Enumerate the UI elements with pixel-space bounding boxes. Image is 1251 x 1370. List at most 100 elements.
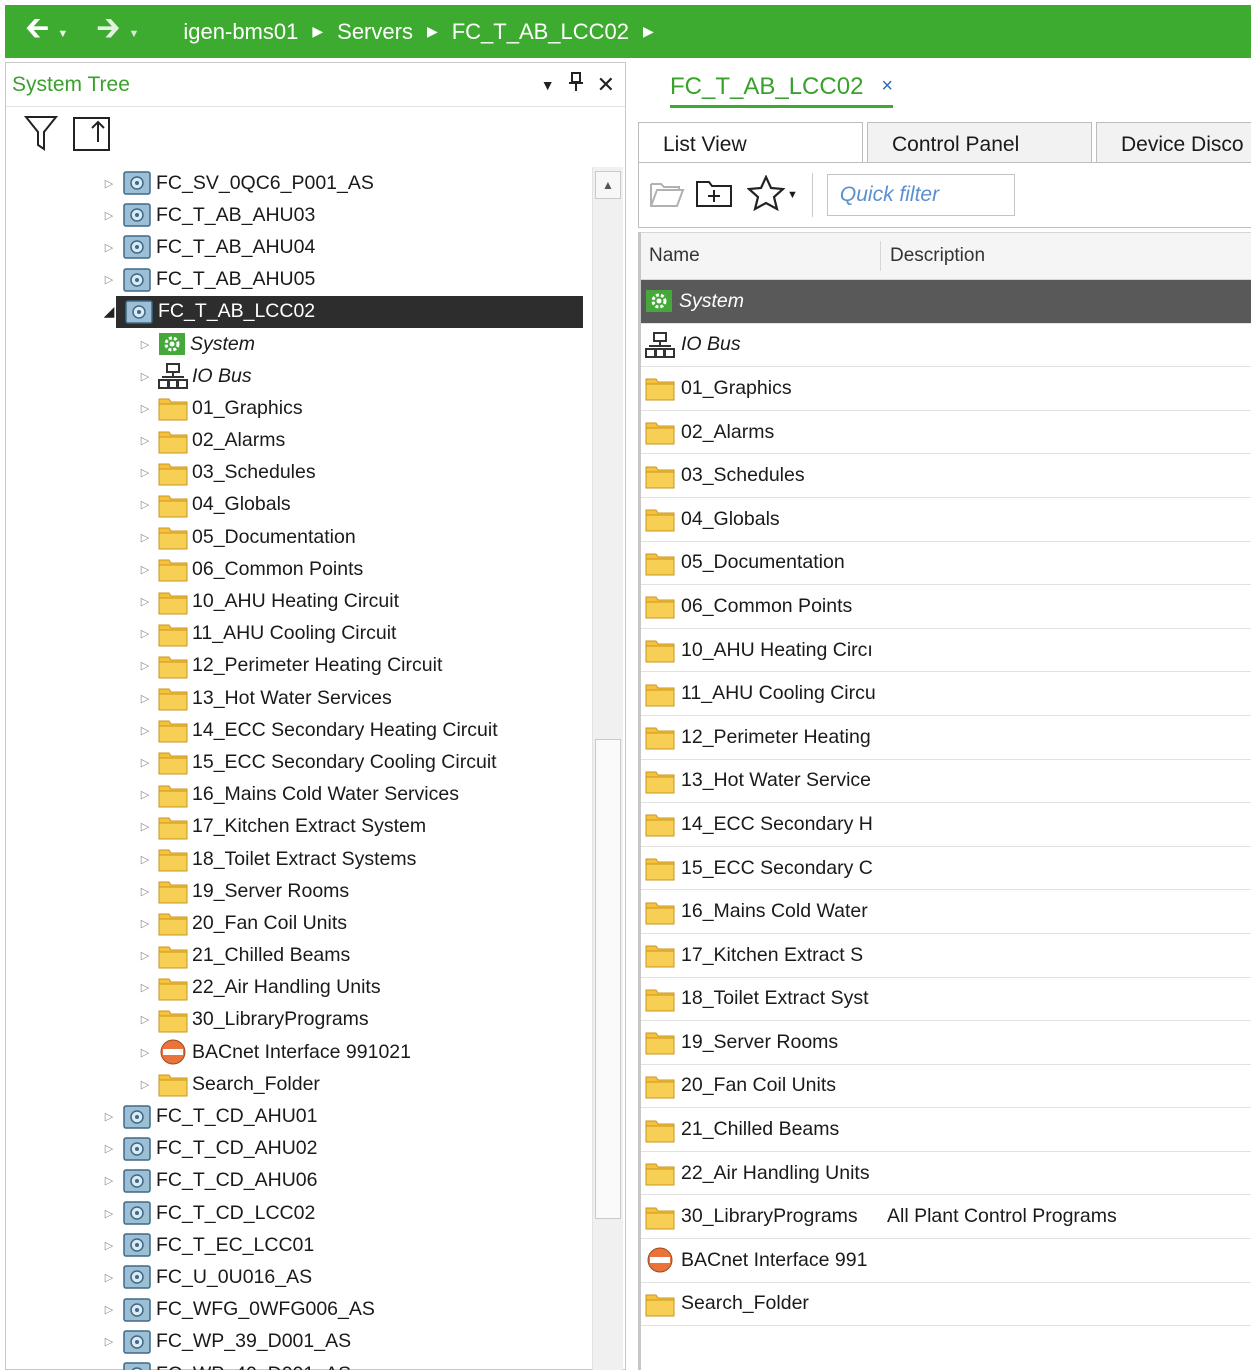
new-folder-icon[interactable]	[695, 176, 735, 215]
tree-item[interactable]: ▷ FC_T_AB_AHU03	[6, 199, 591, 231]
expand-arrow-icon[interactable]: ▷	[138, 1078, 152, 1091]
expand-arrow-icon[interactable]: ▷	[138, 1046, 152, 1059]
tree-item[interactable]: ▷FC_WP_40_D001_AS	[6, 1358, 591, 1370]
list-row[interactable]: 21_Chilled Beams	[641, 1108, 1251, 1152]
list-row[interactable]: IO Bus	[641, 324, 1251, 368]
close-tab-icon[interactable]: ×	[881, 75, 893, 98]
document-tab[interactable]: FC_T_AB_LCC02 ×	[670, 68, 894, 108]
expand-arrow-icon[interactable]: ▷	[138, 531, 152, 544]
expand-arrow-icon[interactable]: ▷	[138, 595, 152, 608]
list-row[interactable]: 06_Common Points	[641, 585, 1251, 629]
tree-item[interactable]: ▷ 21_Chilled Beams	[6, 940, 591, 972]
expand-arrow-icon[interactable]: ▷	[138, 788, 152, 801]
tree-item[interactable]: ▷ System	[6, 328, 591, 360]
expand-arrow-icon[interactable]: ▷	[102, 1207, 116, 1220]
list-row[interactable]: 02_Alarms	[641, 411, 1251, 455]
list-row[interactable]: 15_ECC Secondary C	[641, 847, 1251, 891]
navigate-up-icon[interactable]	[72, 114, 112, 157]
breadcrumb-item[interactable]: FC_T_AB_LCC02	[452, 19, 629, 45]
tree-item[interactable]: ▷ FC_WP_39_D001_AS	[6, 1326, 591, 1358]
list-row[interactable]: 01_Graphics	[641, 367, 1251, 411]
expand-arrow-icon[interactable]: ▷	[138, 434, 152, 447]
tree-item[interactable]: ▷ FC_T_AB_AHU04	[6, 231, 591, 263]
forward-button[interactable]: 🡲 ▼	[96, 6, 139, 57]
scroll-thumb[interactable]	[595, 739, 621, 1219]
breadcrumb-separator-icon[interactable]: ▶	[312, 23, 323, 40]
tree-item[interactable]: ▷ IO Bus	[6, 360, 591, 392]
column-header-description[interactable]: Description	[881, 245, 985, 267]
expand-arrow-icon[interactable]: ▷	[138, 466, 152, 479]
list-row[interactable]: 30_LibraryPrograms All Plant Control Prog…	[641, 1195, 1251, 1240]
expand-arrow-icon[interactable]: ▷	[102, 1239, 116, 1252]
expanded-arrow-icon[interactable]: ◢	[102, 303, 116, 320]
expand-arrow-icon[interactable]: ▷	[102, 273, 116, 286]
tree-item[interactable]: ▷ 19_Server Rooms	[6, 875, 591, 907]
favorites-dropdown-icon[interactable]: ▼	[787, 189, 798, 201]
list-row[interactable]: 11_AHU Cooling Circu	[641, 672, 1251, 716]
expand-arrow-icon[interactable]: ▷	[138, 692, 152, 705]
list-row[interactable]: 19_Server Rooms	[641, 1021, 1251, 1065]
tree-item[interactable]: ▷ 15_ECC Secondary Cooling Circuit	[6, 746, 591, 778]
expand-arrow-icon[interactable]: ▷	[138, 917, 152, 930]
expand-arrow-icon[interactable]: ▷	[138, 563, 152, 576]
tree-item[interactable]: ▷ 02_Alarms	[6, 425, 591, 457]
list-row[interactable]: 13_Hot Water Service	[641, 760, 1251, 804]
quick-filter-input[interactable]: Quick filter	[826, 174, 1015, 216]
expand-arrow-icon[interactable]: ▷	[138, 853, 152, 866]
breadcrumb-separator-icon[interactable]: ▶	[643, 23, 654, 40]
expand-arrow-icon[interactable]: ▷	[138, 1013, 152, 1026]
list-row[interactable]: 05_Documentation	[641, 542, 1251, 586]
column-header-name[interactable]: Name	[641, 241, 881, 271]
list-row[interactable]: BACnet Interface 991	[641, 1239, 1251, 1283]
tree-item[interactable]: ▷ 16_Mains Cold Water Services	[6, 779, 591, 811]
tree-item[interactable]: ▷ 30_LibraryPrograms	[6, 1004, 591, 1036]
tree-item[interactable]: ▷ 06_Common Points	[6, 553, 591, 585]
list-row[interactable]: 03_Schedules	[641, 454, 1251, 498]
tree-item[interactable]: ◢ FC_T_AB_LCC02	[6, 295, 591, 328]
list-row[interactable]: 14_ECC Secondary H	[641, 803, 1251, 847]
tree-item[interactable]: ▷ 14_ECC Secondary Heating Circuit	[6, 714, 591, 746]
expand-arrow-icon[interactable]: ▷	[102, 209, 116, 222]
tree-item[interactable]: ▷ FC_T_CD_LCC02	[6, 1197, 591, 1229]
expand-arrow-icon[interactable]: ▷	[102, 241, 116, 254]
open-folder-icon[interactable]	[649, 176, 685, 215]
tree-item[interactable]: ▷ 10_AHU Heating Circuit	[6, 585, 591, 617]
tree-item[interactable]: ▷ FC_WFG_0WFG006_AS	[6, 1294, 591, 1326]
back-button[interactable]: 🡰 ▼	[25, 6, 68, 57]
expand-arrow-icon[interactable]: ▷	[102, 177, 116, 190]
expand-arrow-icon[interactable]: ▷	[102, 1271, 116, 1284]
tree-item[interactable]: ▷ 18_Toilet Extract Systems	[6, 843, 591, 875]
list-row[interactable]: 20_Fan Coil Units	[641, 1065, 1251, 1109]
forward-dropdown-caret-icon[interactable]: ▼	[129, 28, 140, 40]
tree-item[interactable]: ▷ 17_Kitchen Extract System	[6, 811, 591, 843]
tree-item[interactable]: ▷ BACnet Interface 991021	[6, 1036, 591, 1068]
expand-arrow-icon[interactable]: ▷	[102, 1110, 116, 1123]
tree-item[interactable]: ▷ 12_Perimeter Heating Circuit	[6, 650, 591, 682]
expand-arrow-icon[interactable]: ▷	[138, 981, 152, 994]
list-row[interactable]: 16_Mains Cold Water	[641, 890, 1251, 934]
expand-arrow-icon[interactable]: ▷	[102, 1335, 116, 1348]
tree-item[interactable]: ▷ 01_Graphics	[6, 392, 591, 424]
expand-arrow-icon[interactable]: ▷	[102, 1174, 116, 1187]
panel-menu-dropdown-icon[interactable]: ▼	[541, 77, 555, 93]
list-row[interactable]: 18_Toilet Extract Syst	[641, 978, 1251, 1022]
close-icon[interactable]: ✕	[597, 72, 615, 98]
tree-item[interactable]: ▷ FC_SV_0QC6_P001_AS	[6, 167, 591, 199]
list-row[interactable]: 17_Kitchen Extract S	[641, 934, 1251, 978]
tree-item[interactable]: ▷ FC_T_EC_LCC01	[6, 1229, 591, 1261]
tree-item[interactable]: ▷ 20_Fan Coil Units	[6, 907, 591, 939]
tree-item[interactable]: ▷ FC_U_0U016_AS	[6, 1261, 591, 1293]
favorites-star-icon[interactable]	[746, 173, 786, 216]
expand-arrow-icon[interactable]: ▷	[138, 949, 152, 962]
tab-device-discovery[interactable]: Device Disco	[1096, 122, 1251, 162]
filter-icon[interactable]	[23, 114, 59, 157]
expand-arrow-icon[interactable]: ▷	[138, 370, 152, 383]
back-dropdown-caret-icon[interactable]: ▼	[57, 28, 68, 40]
scroll-up-icon[interactable]: ▲	[595, 171, 621, 199]
tree-scrollbar[interactable]: ▲	[592, 167, 623, 1370]
tree-item[interactable]: ▷ FC_T_AB_AHU05	[6, 264, 591, 296]
list-row[interactable]: System	[641, 280, 1251, 324]
breadcrumb-item[interactable]: igen-bms01	[183, 19, 298, 45]
tree-item[interactable]: ▷ FC_T_CD_AHU01	[6, 1100, 591, 1132]
breadcrumb-separator-icon[interactable]: ▶	[427, 23, 438, 40]
